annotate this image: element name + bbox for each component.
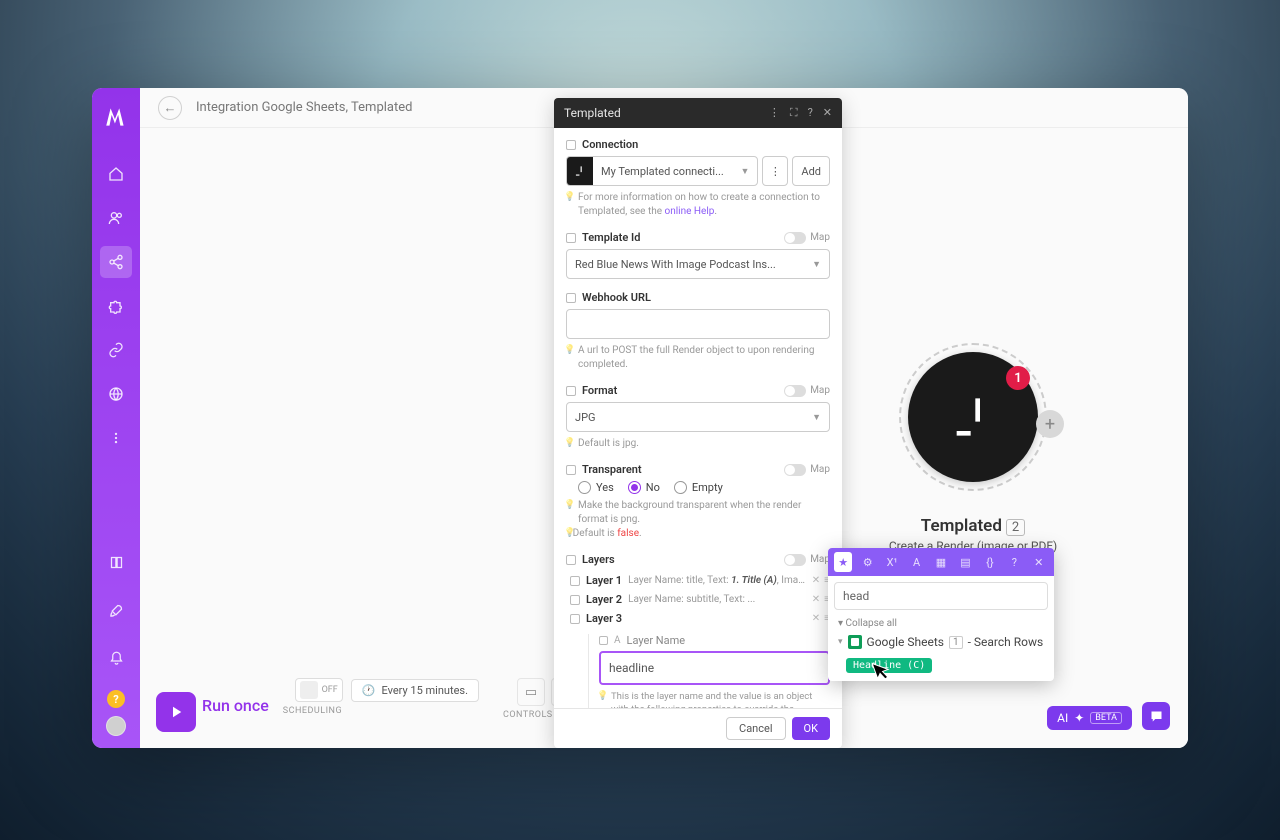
home-icon[interactable] xyxy=(100,158,132,190)
breadcrumb: Integration Google Sheets, Templated xyxy=(196,100,412,115)
globe-icon[interactable] xyxy=(100,378,132,410)
panel-title: Templated xyxy=(564,106,621,120)
picker-tab-gear[interactable]: ⚙ xyxy=(858,552,876,572)
connection-hint: For more information on how to create a … xyxy=(566,191,830,219)
rocket-icon[interactable] xyxy=(100,594,132,626)
picker-tab-x1[interactable]: X¹ xyxy=(883,552,901,572)
format-hint: Default is jpg. xyxy=(566,437,830,451)
transparent-yes[interactable]: Yes xyxy=(578,481,614,494)
layers-map-toggle[interactable] xyxy=(784,554,806,566)
transparent-no[interactable]: No xyxy=(628,481,660,494)
panel-help-icon[interactable]: ? xyxy=(808,106,813,120)
panel-close-icon[interactable]: ✕ xyxy=(823,106,832,120)
format-label: Format xyxy=(582,384,617,397)
picker-tab-json[interactable]: {} xyxy=(981,552,999,572)
run-label: Run once xyxy=(202,696,269,715)
transparent-hint-2: .Default is false. xyxy=(566,527,830,541)
run-button[interactable] xyxy=(156,692,196,732)
layer-row-1[interactable]: Layer 1 Layer Name: title, Text: 1. Titl… xyxy=(570,571,830,590)
transparent-map-toggle[interactable] xyxy=(784,464,806,476)
help-badge-icon[interactable]: ? xyxy=(107,690,125,708)
schedule-interval[interactable]: 🕐Every 15 minutes. xyxy=(351,679,479,702)
layer3-remove-icon[interactable]: ✕ xyxy=(812,613,820,624)
webhook-hint: A url to POST the full Render object to … xyxy=(566,344,830,372)
add-node-button[interactable]: + xyxy=(1036,410,1064,438)
app-window: ? ← Integration Google Sheets, Templated… xyxy=(92,88,1188,748)
layer-row-3[interactable]: Layer 3 ✕≡ xyxy=(570,609,830,628)
bell-icon[interactable] xyxy=(100,642,132,674)
layer1-remove-icon[interactable]: ✕ xyxy=(812,575,820,586)
connection-add-button[interactable]: Add xyxy=(792,156,830,186)
back-button[interactable]: ← xyxy=(158,96,182,120)
scheduling-label: SCHEDULING xyxy=(283,706,479,716)
ai-button[interactable]: AI ✦ BETA xyxy=(1047,706,1132,730)
layer-name-input-wrapper xyxy=(599,651,830,685)
node-title: Templated xyxy=(921,516,1002,536)
node-index: 2 xyxy=(1006,519,1025,536)
cancel-button[interactable]: Cancel xyxy=(726,717,785,740)
controls-icon-1[interactable]: ▭ xyxy=(517,678,545,706)
layer-name-label: Layer Name xyxy=(627,634,686,647)
picker-tab-date[interactable]: ▦ xyxy=(932,552,950,572)
panel-menu-icon[interactable]: ⋮ xyxy=(769,106,780,120)
connection-menu-button[interactable]: ⋮ xyxy=(762,156,788,186)
template-map-toggle[interactable] xyxy=(784,232,806,244)
sidebar: ? xyxy=(92,88,140,748)
book-icon[interactable] xyxy=(100,546,132,578)
format-select[interactable]: JPG▼ xyxy=(566,402,830,432)
transparent-empty[interactable]: Empty xyxy=(674,481,723,494)
chat-button[interactable] xyxy=(1142,702,1170,730)
picker-search-input[interactable] xyxy=(834,582,1048,610)
connection-label: Connection xyxy=(582,138,638,151)
picker-source-node[interactable]: ▾ Google Sheets 1 - Search Rows xyxy=(828,631,1054,653)
picker-tab-text[interactable]: A xyxy=(907,552,925,572)
panel-header: Templated ⋮ ⛶ ? ✕ xyxy=(554,98,842,128)
picker-tab-star[interactable]: ★ xyxy=(834,552,852,572)
google-sheets-icon xyxy=(848,635,862,649)
logo-icon xyxy=(103,104,129,130)
transparent-label: Transparent xyxy=(582,463,642,476)
template-id-select[interactable]: Red Blue News With Image Podcast Ins...▼ xyxy=(566,249,830,279)
config-panel: Templated ⋮ ⛶ ? ✕ Connection My Template… xyxy=(554,98,842,748)
user-avatar[interactable] xyxy=(106,716,126,736)
share-icon[interactable] xyxy=(100,246,132,278)
layer-name-hint: This is the layer name and the value is … xyxy=(599,690,830,708)
layers-label: Layers xyxy=(582,553,615,566)
webhook-input[interactable] xyxy=(566,309,830,339)
template-id-label: Template Id xyxy=(582,231,640,244)
picker-tab-array[interactable]: ▤ xyxy=(956,552,974,572)
layer-name-input[interactable] xyxy=(603,655,826,681)
picker-close-icon[interactable]: ✕ xyxy=(1030,552,1048,572)
layer-row-2[interactable]: Layer 2 Layer Name: subtitle, Text: ... … xyxy=(570,590,830,609)
variable-picker: ★ ⚙ X¹ A ▦ ▤ {} ? ✕ ▾ Collapse all ▾ Goo… xyxy=(828,548,1054,681)
connection-select[interactable]: My Templated connecti... ▼ xyxy=(566,156,758,186)
layer2-remove-icon[interactable]: ✕ xyxy=(812,594,820,605)
transparent-hint: Make the background transparent when the… xyxy=(566,499,830,527)
picker-collapse-all[interactable]: ▾ Collapse all xyxy=(828,616,1054,631)
users-icon[interactable] xyxy=(100,202,132,234)
puzzle-icon[interactable] xyxy=(100,290,132,322)
link-icon[interactable] xyxy=(100,334,132,366)
more-icon[interactable] xyxy=(100,422,132,454)
picker-tab-help[interactable]: ? xyxy=(1005,552,1023,572)
format-map-toggle[interactable] xyxy=(784,385,806,397)
ok-button[interactable]: OK xyxy=(792,717,830,740)
webhook-label: Webhook URL xyxy=(582,291,651,304)
node-badge: 1 xyxy=(1006,366,1030,390)
scheduling-toggle[interactable]: OFF xyxy=(295,678,343,702)
panel-expand-icon[interactable]: ⛶ xyxy=(790,106,798,120)
